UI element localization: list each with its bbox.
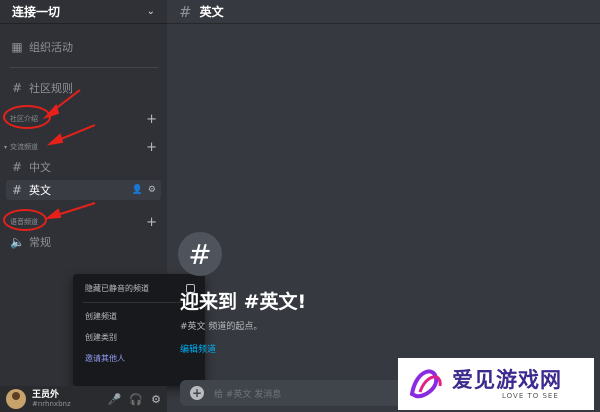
channel-header: # 英文 xyxy=(167,0,600,24)
watermark: 爱见游戏网 LOVE TO SEE xyxy=(398,358,594,410)
welcome-heading: 迎来到 #英文! xyxy=(180,291,307,313)
menu-item-label: 隐藏已静音的频道 xyxy=(85,284,149,293)
watermark-text: 爱见游戏网 xyxy=(452,367,562,392)
channel-title: 英文 xyxy=(199,5,224,19)
menu-item-label: 创建类别 xyxy=(85,333,117,342)
user-panel: 王员外 #nrhnxbnz 🎤 🎧 ⚙ xyxy=(0,386,167,412)
welcome-subtext: #英文 频道的起点。 xyxy=(180,322,263,332)
menu-item-label: 邀请其他人 xyxy=(85,354,125,363)
add-attachment-icon[interactable]: + xyxy=(190,386,204,400)
gear-icon[interactable]: ⚙ xyxy=(151,393,161,406)
watermark-subtext: LOVE TO SEE xyxy=(502,391,559,400)
menu-divider xyxy=(83,302,195,303)
menu-item-label: 创建频道 xyxy=(85,312,117,321)
edit-channel-link[interactable]: 编辑频道 xyxy=(180,342,216,355)
hash-icon: # xyxy=(179,2,192,21)
user-tag: #nrhnxbnz xyxy=(32,400,71,408)
watermark-logo-icon xyxy=(409,369,442,399)
headphones-icon[interactable]: 🎧 xyxy=(129,393,143,406)
annotation-arrows xyxy=(42,89,96,220)
message-input-placeholder[interactable]: 给 #英文 发消息 xyxy=(214,387,281,400)
avatar[interactable] xyxy=(6,389,26,409)
channel-hash-badge: # xyxy=(178,232,222,276)
username: 王员外 xyxy=(32,390,60,400)
mic-muted-icon[interactable]: 🎤 xyxy=(108,393,122,406)
